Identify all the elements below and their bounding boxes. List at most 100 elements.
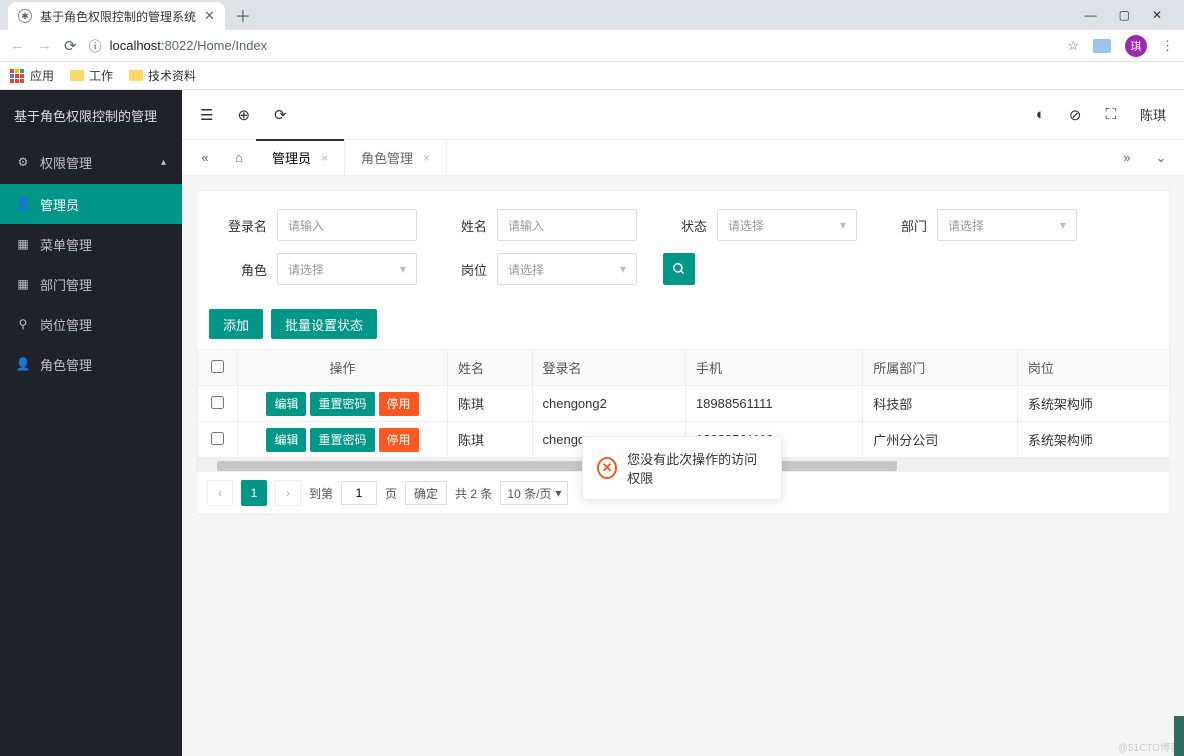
theme-icon[interactable]: ◐: [1036, 106, 1045, 123]
grid-icon: ▦: [16, 237, 30, 251]
folder-icon: [70, 70, 84, 81]
row-checkbox[interactable]: [211, 396, 224, 409]
sidebar-item-post[interactable]: ⚲岗位管理: [0, 304, 182, 344]
info-icon[interactable]: ⓘ: [89, 36, 102, 55]
user-icon: 👤: [16, 197, 30, 211]
reset-password-button[interactable]: 重置密码: [310, 428, 374, 452]
label-name: 姓名: [437, 216, 487, 235]
col-phone: 手机: [685, 350, 862, 386]
globe-icon[interactable]: ⊕: [237, 106, 250, 124]
extension-icon[interactable]: [1093, 39, 1111, 53]
sidebar: 基于角色权限控制的管理 ⚙ 权限管理 ▴ 👤管理员 ▦菜单管理 ▦部门管理 ⚲岗…: [0, 90, 182, 756]
brand-title: 基于角色权限控制的管理: [0, 90, 182, 140]
sidebar-item-menu[interactable]: ▦菜单管理: [0, 224, 182, 264]
back-icon[interactable]: ←: [10, 37, 25, 54]
tag-icon[interactable]: ⊘: [1069, 106, 1082, 124]
cell-name: 陈琪: [448, 422, 533, 458]
cell-login: chengong2: [532, 386, 685, 422]
gear-icon: ⚙: [16, 155, 30, 169]
close-icon[interactable]: ×: [321, 151, 328, 165]
edit-button[interactable]: 编辑: [266, 428, 306, 452]
page-tabs: « ⌂ 管理员× 角色管理× » ⌄: [182, 140, 1184, 176]
batch-status-button[interactable]: 批量设置状态: [271, 309, 377, 339]
col-post: 岗位: [1017, 350, 1169, 386]
browser-tab[interactable]: ✱ 基于角色权限控制的管理系统 ✕: [8, 2, 225, 30]
page-prev[interactable]: ‹: [207, 480, 233, 506]
label-role: 角色: [217, 260, 267, 279]
tab-admin[interactable]: 管理员×: [256, 140, 345, 175]
col-name: 姓名: [448, 350, 533, 386]
minimize-icon[interactable]: —: [1085, 8, 1097, 22]
url-field[interactable]: ⓘ localhost:8022/Home/Index: [89, 36, 1056, 55]
select-post[interactable]: 请选择: [497, 253, 637, 285]
tab-title: 基于角色权限控制的管理系统: [40, 8, 196, 25]
sidebar-group-permissions[interactable]: ⚙ 权限管理 ▴: [0, 140, 182, 184]
close-icon[interactable]: ✕: [204, 8, 215, 24]
toast-message: 您没有此次操作的访问权限: [627, 449, 767, 487]
apps-shortcut[interactable]: 应用: [10, 67, 54, 84]
page-confirm[interactable]: 确定: [405, 481, 447, 505]
bookmark-folder-work[interactable]: 工作: [70, 67, 113, 84]
error-icon: ✕: [597, 457, 617, 479]
select-role[interactable]: 请选择: [277, 253, 417, 285]
person-icon: ⚲: [16, 317, 30, 331]
cell-dept: 广州分公司: [863, 422, 1018, 458]
label-post: 岗位: [437, 260, 487, 279]
label-dept: 部门: [877, 216, 927, 235]
disable-button[interactable]: 停用: [379, 428, 419, 452]
input-login[interactable]: 请输入: [277, 209, 417, 241]
table-row: 编辑重置密码停用陈琪chengong218988561111科技部系统架构师部门: [198, 386, 1170, 422]
col-login: 登录名: [532, 350, 685, 386]
page-1[interactable]: 1: [241, 480, 267, 506]
page-next[interactable]: ›: [275, 480, 301, 506]
disable-button[interactable]: 停用: [379, 392, 419, 416]
tabs-scroll-right[interactable]: »: [1110, 140, 1144, 175]
reload-icon[interactable]: ⟳: [64, 37, 77, 55]
star-icon[interactable]: ☆: [1067, 38, 1079, 54]
topbar: ☰ ⊕ ⟳ ◐ ⊘ ⛶ 陈琪: [182, 90, 1184, 140]
chevron-up-icon: ▴: [161, 157, 166, 168]
forward-icon[interactable]: →: [37, 37, 52, 54]
col-ops: 操作: [238, 350, 448, 386]
error-toast: ✕ 您没有此次操作的访问权限: [582, 436, 782, 500]
current-user[interactable]: 陈琪: [1140, 105, 1166, 124]
select-all-checkbox[interactable]: [211, 360, 224, 373]
profile-avatar[interactable]: 琪: [1125, 35, 1147, 57]
sidebar-item-role[interactable]: 👤角色管理: [0, 344, 182, 384]
input-name[interactable]: 请输入: [497, 209, 637, 241]
page-size-select[interactable]: 10 条/页▾: [500, 481, 568, 505]
cell-post: 系统架构师: [1017, 422, 1169, 458]
sidebar-item-dept[interactable]: ▦部门管理: [0, 264, 182, 304]
tabs-menu[interactable]: ⌄: [1144, 140, 1178, 175]
tabs-scroll-left[interactable]: «: [188, 140, 222, 175]
search-form: 登录名请输入 姓名请输入 状态请选择 部门请选择 角色请选择 岗位请选择: [197, 191, 1169, 309]
search-button[interactable]: [663, 253, 695, 285]
user-icon: 👤: [16, 357, 30, 371]
row-checkbox[interactable]: [211, 432, 224, 445]
tab-role[interactable]: 角色管理×: [345, 140, 447, 175]
bookmark-folder-tech[interactable]: 技术资料: [129, 67, 196, 84]
menu-icon[interactable]: ⋮: [1161, 38, 1174, 54]
select-dept[interactable]: 请选择: [937, 209, 1077, 241]
add-button[interactable]: 添加: [209, 309, 263, 339]
cell-name: 陈琪: [448, 386, 533, 422]
sidebar-item-admin[interactable]: 👤管理员: [0, 184, 182, 224]
close-window-icon[interactable]: ✕: [1152, 8, 1162, 22]
maximize-icon[interactable]: ▢: [1119, 8, 1130, 22]
select-status[interactable]: 请选择: [717, 209, 857, 241]
tab-home[interactable]: ⌂: [222, 140, 256, 175]
bookmark-bar: 应用 工作 技术资料: [0, 62, 1184, 90]
apps-icon: [10, 69, 24, 83]
edit-button[interactable]: 编辑: [266, 392, 306, 416]
fullscreen-icon[interactable]: ⛶: [1105, 106, 1116, 123]
resize-grip[interactable]: [1174, 716, 1184, 756]
close-icon[interactable]: ×: [423, 151, 430, 165]
reset-password-button[interactable]: 重置密码: [310, 392, 374, 416]
collapse-sidebar-icon[interactable]: ☰: [200, 106, 213, 124]
cell-phone: 18988561111: [685, 386, 862, 422]
refresh-icon[interactable]: ⟳: [274, 106, 287, 124]
page-input[interactable]: [341, 481, 377, 505]
grid-icon: ▦: [16, 277, 30, 291]
browser-tab-bar: ✱ 基于角色权限控制的管理系统 ✕ ＋ — ▢ ✕: [0, 0, 1184, 30]
new-tab-button[interactable]: ＋: [235, 3, 251, 27]
